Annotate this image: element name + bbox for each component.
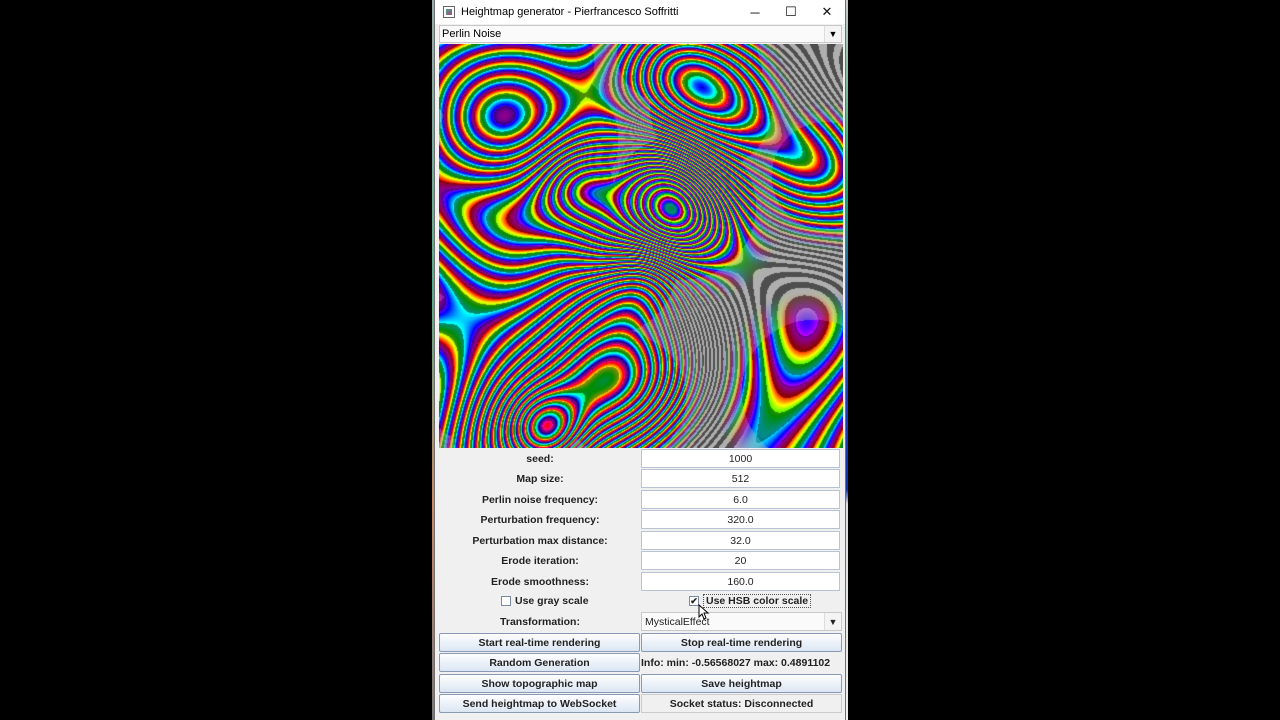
perlin-frequency-label: Perlin noise frequency:: [481, 494, 599, 506]
send-websocket-button[interactable]: Send heightmap to WebSocket: [439, 694, 640, 713]
erode-smoothness-label: Erode smoothness:: [490, 576, 590, 588]
transformation-dropdown[interactable]: MysticalEffect ▼: [641, 612, 842, 631]
start-rendering-button[interactable]: Start real-time rendering: [439, 633, 640, 652]
maximize-button[interactable]: ☐: [773, 0, 809, 24]
perturbation-frequency-input[interactable]: 320.0: [641, 510, 840, 529]
field-row-seed: seed: 1000: [439, 449, 843, 469]
title-bar[interactable]: Heightmap generator - Pierfrancesco Soff…: [435, 0, 845, 24]
chevron-down-icon[interactable]: ▼: [824, 26, 841, 42]
erode-smoothness-input[interactable]: 160.0: [641, 572, 840, 591]
save-heightmap-button[interactable]: Save heightmap: [641, 674, 842, 693]
erode-iteration-label: Erode iteration:: [501, 555, 579, 567]
heightmap-preview: [439, 44, 843, 448]
seed-input[interactable]: 1000: [641, 449, 840, 468]
noise-type-value: Perlin Noise: [442, 28, 502, 40]
transformation-row: Transformation: MysticalEffect ▼: [439, 612, 843, 632]
window-title: Heightmap generator - Pierfrancesco Soff…: [461, 6, 679, 18]
map-size-input[interactable]: 512: [641, 469, 840, 488]
perturbation-distance-label: Perturbation max distance:: [472, 535, 608, 547]
perturbation-frequency-label: Perturbation frequency:: [480, 514, 600, 526]
perlin-frequency-input[interactable]: 6.0: [641, 490, 840, 509]
field-row-perturbation-distance: Perturbation max distance: 32.0: [439, 531, 843, 551]
noise-type-dropdown[interactable]: Perlin Noise ▼: [439, 25, 842, 43]
socket-status: Socket status: Disconnected: [641, 694, 842, 713]
close-button[interactable]: ✕: [809, 0, 845, 24]
gray-scale-option[interactable]: Use gray scale: [501, 591, 589, 611]
app-window: Heightmap generator - Pierfrancesco Soff…: [434, 0, 846, 720]
field-row-erode-smoothness: Erode smoothness: 160.0: [439, 572, 843, 592]
info-text: Info: min: -0.56568027 max: 0.4891102: [641, 656, 831, 669]
minimize-button[interactable]: ─: [737, 0, 773, 24]
gray-scale-label: Use gray scale: [515, 595, 589, 607]
java-app-icon: [443, 6, 455, 18]
gray-scale-checkbox[interactable]: [501, 596, 511, 606]
perturbation-distance-input[interactable]: 32.0: [641, 531, 840, 550]
field-row-perturbation-frequency: Perturbation frequency: 320.0: [439, 510, 843, 530]
transformation-label: Transformation:: [500, 616, 580, 628]
show-topographic-button[interactable]: Show topographic map: [439, 674, 640, 693]
mouse-cursor-icon: [698, 604, 710, 620]
field-row-perlin-frequency: Perlin noise frequency: 6.0: [439, 490, 843, 510]
field-row-erode-iteration: Erode iteration: 20: [439, 551, 843, 571]
map-size-label: Map size:: [516, 473, 564, 485]
field-row-map-size: Map size: 512: [439, 469, 843, 489]
stop-rendering-button[interactable]: Stop real-time rendering: [641, 633, 842, 652]
random-generation-button[interactable]: Random Generation: [439, 653, 640, 672]
color-options-row: Use gray scale ✔ Use HSB color scale: [439, 591, 843, 611]
erode-iteration-input[interactable]: 20: [641, 551, 840, 570]
hsb-color-label: Use HSB color scale: [703, 594, 812, 608]
seed-label: seed:: [526, 453, 554, 465]
chevron-down-icon[interactable]: ▼: [824, 613, 841, 630]
